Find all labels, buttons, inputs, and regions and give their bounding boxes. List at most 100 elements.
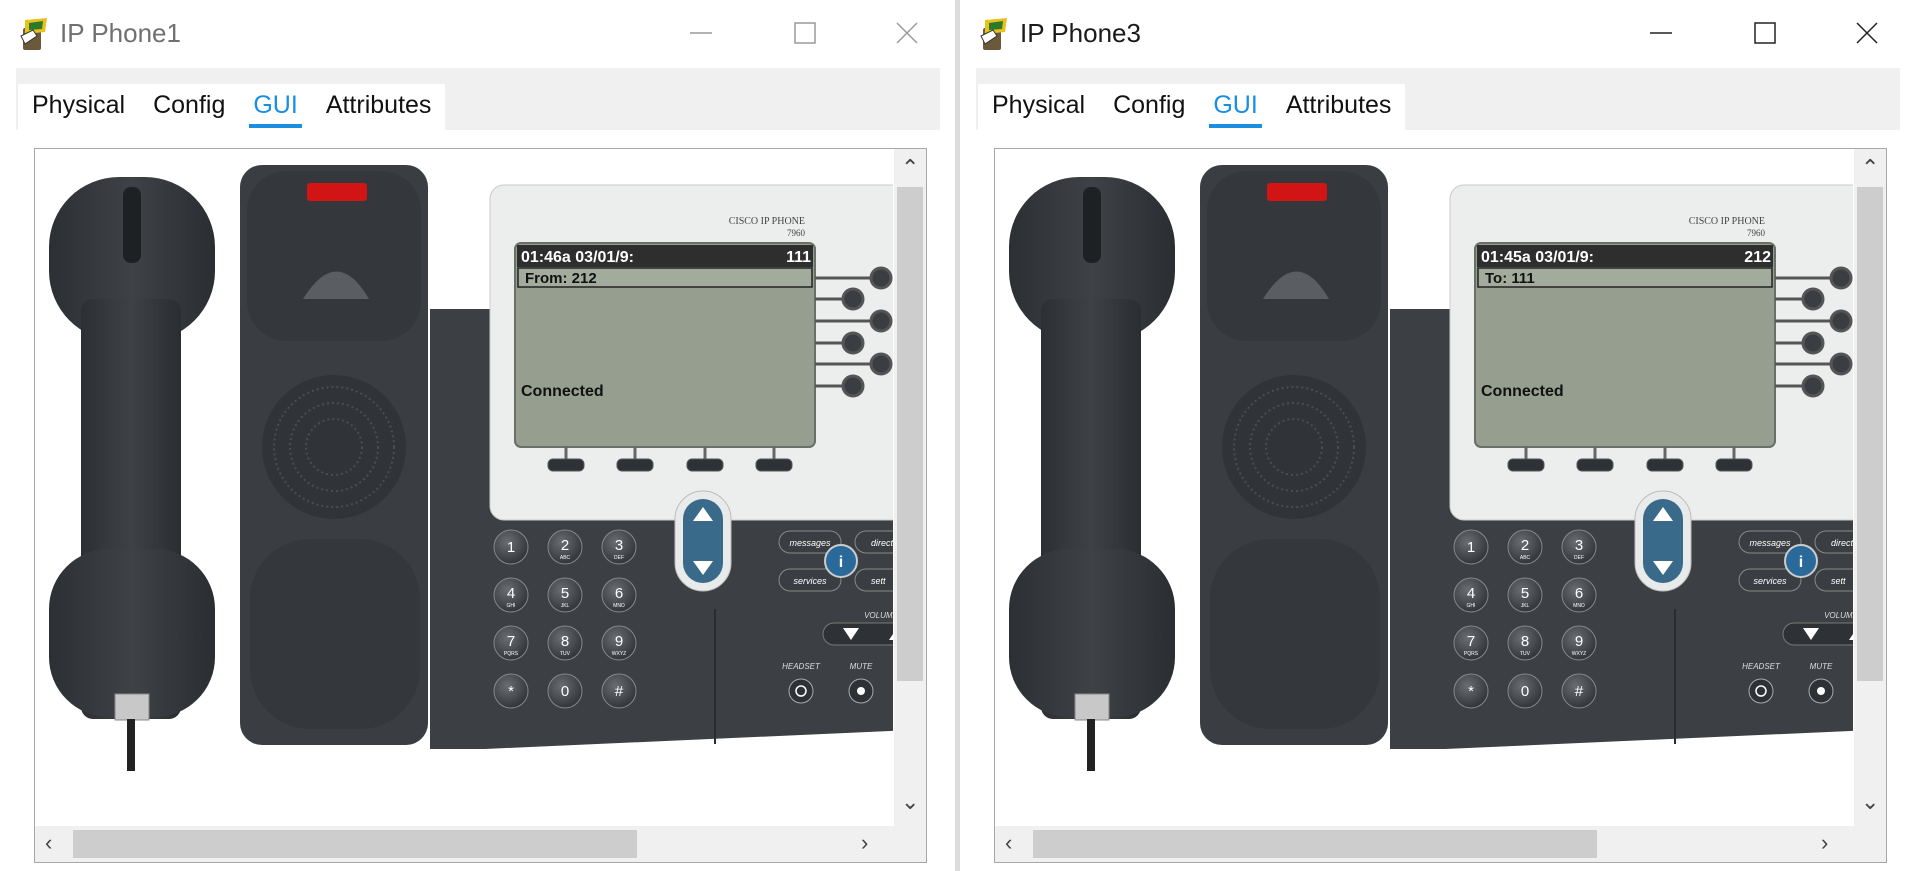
mute-button[interactable] <box>1808 678 1834 704</box>
keypad-key[interactable]: 3DEF <box>1561 529 1597 565</box>
keypad-key[interactable]: # <box>601 673 637 709</box>
scroll-right-icon[interactable]: › <box>861 832 868 854</box>
info-button[interactable]: i <box>1784 544 1818 578</box>
tab-gui[interactable]: GUI <box>1199 84 1271 130</box>
info-button[interactable]: i <box>824 544 858 578</box>
screen-clock: 01:46a 03/01/9: <box>521 249 634 266</box>
svg-text:5: 5 <box>1521 585 1529 602</box>
tab-attributes[interactable]: Attributes <box>1272 84 1406 130</box>
screen-party: To: 111 <box>1485 270 1535 287</box>
tab-attributes[interactable]: Attributes <box>312 84 446 130</box>
close-button[interactable] <box>1842 10 1892 56</box>
keypad-key[interactable]: 4GHI <box>493 577 529 613</box>
keypad-key[interactable]: 8TUV <box>547 625 583 661</box>
vertical-scroll-thumb[interactable] <box>1857 187 1883 681</box>
headset-button[interactable] <box>1748 678 1774 704</box>
title-bar[interactable]: IP Phone3 <box>960 0 1915 68</box>
phone-area: CISCO IP PHONE 7960 01:45a 03/01/9: 212 … <box>995 149 1853 826</box>
maximize-button[interactable] <box>780 10 830 56</box>
vertical-scroll-thumb[interactable] <box>897 187 923 681</box>
handset[interactable] <box>1009 177 1175 771</box>
minimize-button[interactable] <box>1636 10 1686 56</box>
scroll-up-icon[interactable]: ⌃ <box>901 157 919 179</box>
svg-text:DEF: DEF <box>1574 555 1584 561</box>
volume-rocker[interactable] <box>822 622 893 646</box>
svg-text:#: # <box>615 683 624 700</box>
keypad-key[interactable]: 0 <box>547 673 583 709</box>
keypad-key[interactable]: # <box>1561 673 1597 709</box>
keypad-key[interactable]: * <box>1453 673 1489 709</box>
keypad-key[interactable]: 5JKL <box>547 577 583 613</box>
horizontal-scrollbar[interactable]: ‹ › <box>35 826 926 862</box>
tab-bar: Physical Config GUI Attributes <box>978 84 1406 130</box>
directories-button[interactable]: direct <box>1814 530 1853 554</box>
close-button[interactable] <box>882 10 932 56</box>
volume-label: VOLUME <box>864 611 893 620</box>
keypad-key[interactable]: 3DEF <box>601 529 637 565</box>
keypad-key[interactable]: 7PQRS <box>1453 625 1489 661</box>
svg-text:messages: messages <box>789 538 831 548</box>
vertical-scrollbar[interactable]: ⌃ ⌄ <box>894 149 926 826</box>
lcd-screen: 01:46a 03/01/9: 111 From: 212 Connected <box>514 242 816 448</box>
keypad-key[interactable]: 4GHI <box>1453 577 1489 613</box>
settings-button[interactable]: sett <box>854 568 893 592</box>
scroll-up-icon[interactable]: ⌃ <box>1861 157 1879 179</box>
svg-text:MNO: MNO <box>613 603 625 609</box>
keypad-key[interactable]: 2ABC <box>547 529 583 565</box>
minimize-button[interactable] <box>676 10 726 56</box>
keypad-key[interactable]: 9WXYZ <box>1561 625 1597 661</box>
handset[interactable] <box>49 177 215 771</box>
keypad-key[interactable]: 7PQRS <box>493 625 529 661</box>
gui-panel: CISCO IP PHONE 7960 01:45a 03/01/9: 212 … <box>976 130 1900 871</box>
keypad-key[interactable]: 1 <box>1453 529 1489 565</box>
keypad-key[interactable]: 0 <box>1507 673 1543 709</box>
vertical-scrollbar[interactable]: ⌃ ⌄ <box>1854 149 1886 826</box>
keypad-key[interactable]: 6MNO <box>1561 577 1597 613</box>
settings-button[interactable]: sett <box>1814 568 1853 592</box>
ip-phone1-window: IP Phone1 Physical Config GUI Attributes <box>0 0 955 871</box>
svg-text:services: services <box>793 576 827 586</box>
keypad-key[interactable]: * <box>493 673 529 709</box>
navigation-rocker[interactable] <box>674 490 732 592</box>
scroll-down-icon[interactable]: ⌄ <box>1861 791 1879 813</box>
horizontal-scroll-thumb[interactable] <box>73 830 637 858</box>
keypad-key[interactable]: 5JKL <box>1507 577 1543 613</box>
headset-label: HEADSET <box>1742 662 1781 671</box>
keypad-key[interactable]: 1 <box>493 529 529 565</box>
title-bar[interactable]: IP Phone1 <box>0 0 955 68</box>
headset-button[interactable] <box>788 678 814 704</box>
scroll-down-icon[interactable]: ⌄ <box>901 791 919 813</box>
svg-text:i: i <box>1799 554 1803 571</box>
volume-label: VOLUME <box>1824 611 1853 620</box>
phone-viewport: CISCO IP PHONE 7960 01:46a 03/01/9: 111 … <box>34 148 927 863</box>
horizontal-scrollbar[interactable]: ‹ › <box>995 826 1886 862</box>
minimize-icon <box>690 32 712 34</box>
tab-physical[interactable]: Physical <box>18 84 139 130</box>
model-label: 7960 <box>1747 228 1766 238</box>
keypad-key[interactable]: 2ABC <box>1507 529 1543 565</box>
tab-physical[interactable]: Physical <box>978 84 1099 130</box>
svg-text:3: 3 <box>615 537 623 554</box>
svg-text:JKL: JKL <box>561 603 570 609</box>
tab-gui[interactable]: GUI <box>239 84 311 130</box>
scroll-left-icon[interactable]: ‹ <box>1005 832 1012 854</box>
scroll-right-icon[interactable]: › <box>1821 832 1828 854</box>
directories-button[interactable]: direct <box>854 530 893 554</box>
svg-text:WXYZ: WXYZ <box>1572 651 1586 657</box>
maximize-button[interactable] <box>1740 10 1790 56</box>
svg-text:8: 8 <box>1521 633 1529 650</box>
svg-text:6: 6 <box>1575 585 1583 602</box>
window-title: IP Phone3 <box>1020 18 1141 48</box>
keypad-key[interactable]: 9WXYZ <box>601 625 637 661</box>
volume-rocker[interactable] <box>1782 622 1853 646</box>
mute-button[interactable] <box>848 678 874 704</box>
horizontal-scroll-thumb[interactable] <box>1033 830 1597 858</box>
svg-text:TUV: TUV <box>1520 651 1531 657</box>
navigation-rocker[interactable] <box>1634 490 1692 592</box>
scroll-left-icon[interactable]: ‹ <box>45 832 52 854</box>
tab-config[interactable]: Config <box>1099 84 1199 130</box>
svg-text:PQRS: PQRS <box>1464 651 1479 657</box>
tab-config[interactable]: Config <box>139 84 239 130</box>
keypad-key[interactable]: 6MNO <box>601 577 637 613</box>
keypad-key[interactable]: 8TUV <box>1507 625 1543 661</box>
